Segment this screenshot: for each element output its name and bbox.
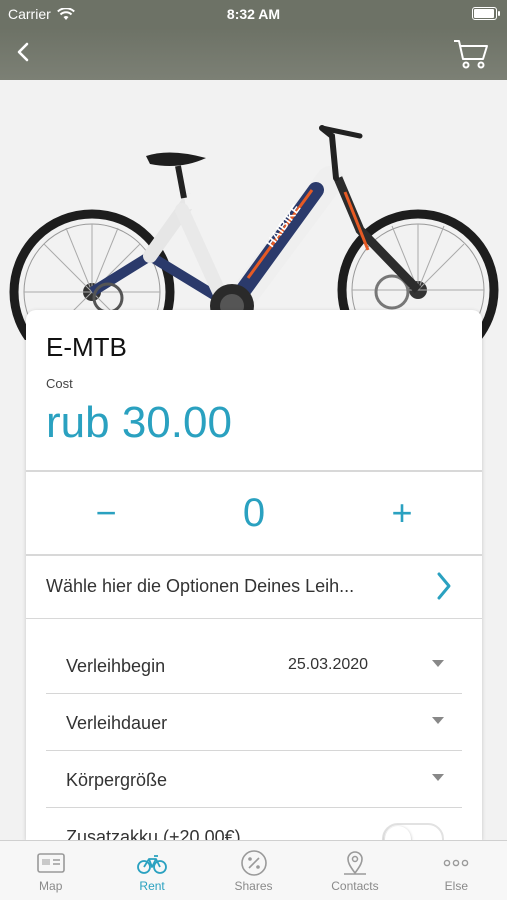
- price: rub 30.00: [46, 398, 232, 447]
- tab-label: Rent: [139, 879, 165, 893]
- product-image: HAIBIKE: [0, 80, 507, 340]
- tab-label: Else: [444, 879, 468, 893]
- nav-bar: [0, 28, 507, 80]
- dropdown-arrow-icon: [432, 660, 444, 667]
- field-extra-battery: Zusatzakku (+20,00€): [46, 809, 462, 840]
- tab-label: Map: [39, 879, 63, 893]
- options-label: Wähle hier die Optionen Deines Leih...: [46, 576, 355, 596]
- cost-label: Cost: [46, 376, 73, 391]
- extra-battery-toggle[interactable]: [382, 823, 444, 840]
- decrease-quantity-button[interactable]: −: [86, 488, 126, 538]
- field-rental-duration[interactable]: Verleihdauer: [46, 695, 462, 751]
- divider: [26, 618, 482, 619]
- field-body-height[interactable]: Körpergröße: [46, 752, 462, 808]
- field-value: 25.03.2020: [288, 656, 369, 673]
- bike-illustration: HAIBIKE: [9, 125, 499, 340]
- tab-label: Shares: [234, 879, 273, 893]
- dropdown-arrow-icon: [432, 717, 444, 724]
- field-rental-start[interactable]: Verleihbegin 25.03.2020: [46, 638, 462, 694]
- quantity-value: 0: [242, 491, 266, 535]
- field-label: Verleihbegin: [66, 656, 166, 676]
- options-row[interactable]: Wähle hier die Optionen Deines Leih...: [26, 556, 482, 618]
- product-title: E-MTB: [46, 332, 127, 362]
- tab-rent[interactable]: Rent: [101, 841, 202, 900]
- tab-label: Contacts: [331, 879, 379, 893]
- percent-badge-icon: [240, 850, 267, 876]
- battery-icon: [472, 7, 500, 20]
- field-label: Körpergröße: [66, 770, 168, 790]
- map-card-icon: [36, 853, 65, 873]
- dropdown-arrow-icon: [432, 774, 444, 781]
- tab-else[interactable]: Else: [406, 841, 507, 900]
- cart-icon[interactable]: [453, 38, 489, 70]
- product-card: E-MTB Cost rub 30.00 − 0 + Wähle hier di…: [26, 310, 482, 840]
- chevron-right-icon: [437, 572, 451, 600]
- tab-contacts[interactable]: Contacts: [304, 841, 405, 900]
- divider: [26, 470, 482, 472]
- tab-map[interactable]: Map: [0, 841, 101, 900]
- increase-quantity-button[interactable]: +: [382, 488, 422, 538]
- tab-shares[interactable]: Shares: [203, 841, 304, 900]
- status-bar: Carrier 8:32 AM: [0, 0, 507, 28]
- bicycle-icon: [137, 855, 168, 874]
- field-label: Verleihdauer: [66, 713, 168, 733]
- field-label: Zusatzakku (+20,00€): [66, 827, 241, 840]
- chevron-left-icon[interactable]: [12, 40, 36, 64]
- tab-bar: Map Rent Shares Contacts Else: [0, 840, 507, 900]
- clock: 8:32 AM: [226, 6, 281, 22]
- location-pin-icon: [343, 851, 366, 875]
- more-dots-icon: [444, 859, 469, 867]
